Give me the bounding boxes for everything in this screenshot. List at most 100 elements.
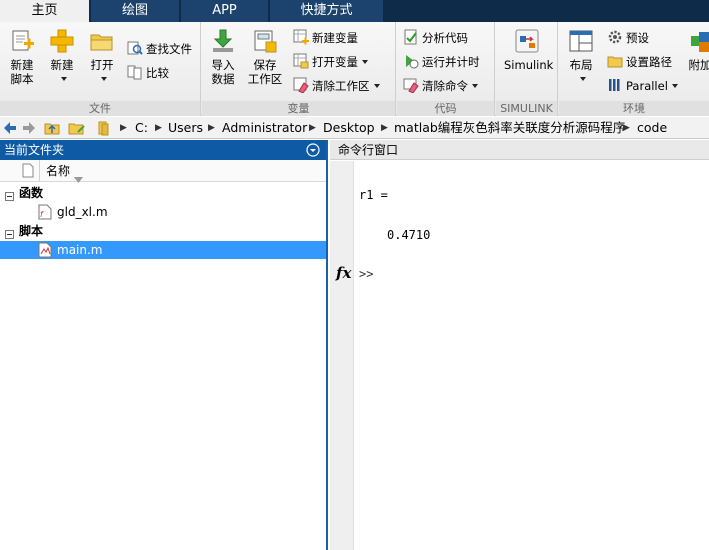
- tab-plots[interactable]: 绘图: [91, 0, 180, 22]
- find-files-label: 查找文件: [146, 42, 192, 56]
- file-name: gld_xl.m: [57, 205, 108, 219]
- command-window-panel: 命令行窗口 r1 = 0.4710 fx >>: [330, 140, 709, 550]
- open-variable-button[interactable]: 打开变量: [293, 52, 368, 72]
- compare-icon: [127, 64, 143, 80]
- tab-home[interactable]: 主页: [0, 0, 90, 22]
- new-dropdown-icon[interactable]: [61, 77, 67, 81]
- simulink-group: Simulink SIMULINK: [496, 22, 558, 116]
- import-data-label: 导入 数据: [211, 58, 235, 86]
- tab-shortcuts[interactable]: 快捷方式: [270, 0, 384, 22]
- open-button[interactable]: 打开: [82, 26, 122, 86]
- parallel-label: Parallel: [626, 79, 668, 93]
- run-and-time-icon: [403, 53, 419, 69]
- column-divider: [39, 160, 40, 182]
- name-column-label[interactable]: 名称: [46, 160, 70, 182]
- simulink-label: Simulink: [504, 58, 554, 72]
- path-crumb[interactable]: Desktop: [323, 117, 375, 139]
- clear-workspace-label: 清除工作区: [312, 79, 370, 93]
- new-variable-label: 新建变量: [312, 31, 358, 45]
- toolstrip-tabs: 主页 绘图 APP 快捷方式: [0, 0, 709, 22]
- fx-icon[interactable]: fx: [336, 264, 351, 282]
- path-crumb[interactable]: Administrator: [222, 117, 307, 139]
- import-data-button[interactable]: 导入 数据: [203, 26, 243, 86]
- preferences-button[interactable]: 预设: [607, 28, 649, 48]
- open-dropdown-icon[interactable]: [101, 77, 107, 81]
- open-variable-label: 打开变量: [312, 55, 358, 69]
- command-prompt[interactable]: >>: [359, 267, 373, 281]
- parallel-button[interactable]: Parallel: [607, 76, 678, 96]
- analyze-code-button[interactable]: 分析代码: [403, 28, 468, 48]
- environment-group-label: 环境: [559, 101, 709, 116]
- open-variable-dropdown-icon[interactable]: [362, 60, 368, 64]
- file-type-column-icon: [22, 163, 34, 185]
- gear-icon: [607, 29, 623, 45]
- forward-arrow-icon[interactable]: [22, 121, 36, 138]
- layout-dropdown-icon[interactable]: [580, 77, 586, 81]
- clear-commands-dropdown-icon[interactable]: [472, 84, 478, 88]
- new-script-icon: [9, 28, 35, 54]
- tab-apps[interactable]: APP: [181, 0, 269, 22]
- import-data-icon: [210, 28, 236, 54]
- clear-workspace-dropdown-icon[interactable]: [373, 84, 380, 88]
- ribbon: 新建 脚本 新建 打开 查找文件 比较 文件 导入 数据 保存 工作区 新建变量…: [0, 22, 709, 116]
- addons-button[interactable]: 附加: [685, 26, 709, 72]
- clear-workspace-button[interactable]: 清除工作区: [293, 76, 380, 96]
- up-folder-icon[interactable]: [44, 120, 60, 139]
- layout-icon: [568, 28, 594, 54]
- set-path-button[interactable]: 设置路径: [607, 52, 672, 72]
- tree-group-scripts[interactable]: 脚本: [0, 222, 326, 240]
- current-folder-title-bar: 当前文件夹: [0, 140, 326, 160]
- browse-folder-icon[interactable]: [68, 120, 86, 139]
- parallel-dropdown-icon[interactable]: [671, 84, 678, 88]
- path-separator-icon[interactable]: ▶: [208, 117, 215, 139]
- tree-group-functions[interactable]: 函数: [0, 184, 326, 202]
- output-variable: r1 =: [359, 188, 388, 202]
- find-files-icon: [127, 40, 143, 56]
- path-crumb[interactable]: code: [637, 117, 667, 139]
- address-bar: ▶ C: ▶ Users ▶ Administrator ▶ Desktop ▶…: [0, 117, 709, 139]
- save-workspace-button[interactable]: 保存 工作区: [245, 26, 285, 86]
- new-button[interactable]: 新建: [42, 26, 82, 86]
- path-separator-icon[interactable]: ▶: [623, 117, 630, 139]
- file-group-label: 文件: [0, 101, 200, 116]
- new-variable-button[interactable]: 新建变量: [293, 28, 358, 48]
- clear-commands-icon: [403, 77, 419, 94]
- new-label: 新建: [50, 58, 74, 72]
- group-label: 函数: [19, 186, 44, 200]
- current-folder-panel: 当前文件夹 名称 函数 f gld_xl.m 脚本 main.m: [0, 140, 328, 550]
- layout-label: 布局: [569, 58, 593, 72]
- file-group: 新建 脚本 新建 打开 查找文件 比较 文件: [0, 22, 201, 116]
- variable-group: 导入 数据 保存 工作区 新建变量 打开变量 清除工作区 变量: [202, 22, 396, 116]
- analyze-code-label: 分析代码: [422, 31, 468, 45]
- run-and-time-button[interactable]: 运行并计时: [403, 52, 480, 72]
- path-separator-icon[interactable]: ▶: [120, 117, 127, 139]
- clear-commands-button[interactable]: 清除命令: [403, 76, 478, 96]
- file-item-selected[interactable]: main.m: [0, 241, 326, 259]
- save-workspace-label: 保存 工作区: [247, 58, 283, 86]
- compare-button[interactable]: 比较: [127, 63, 169, 83]
- back-arrow-icon[interactable]: [3, 121, 17, 138]
- find-files-button[interactable]: 查找文件: [127, 39, 192, 59]
- layout-button[interactable]: 布局: [561, 26, 601, 86]
- path-separator-icon[interactable]: ▶: [381, 117, 388, 139]
- file-item[interactable]: f gld_xl.m: [0, 203, 326, 221]
- path-crumb[interactable]: matlab编程灰色斜率关联度分析源码程序: [394, 117, 625, 139]
- new-script-label: 新建 脚本: [10, 58, 34, 86]
- column-header[interactable]: 名称: [0, 160, 326, 185]
- folder-open-icon: [89, 28, 115, 54]
- parallel-icon: [607, 77, 623, 93]
- simulink-button[interactable]: Simulink: [504, 26, 554, 72]
- set-path-label: 设置路径: [626, 55, 672, 69]
- addons-icon: [687, 28, 709, 54]
- open-label: 打开: [90, 58, 114, 72]
- group-label: 脚本: [19, 224, 44, 238]
- current-folder-title: 当前文件夹: [4, 143, 65, 157]
- path-separator-icon[interactable]: ▶: [155, 117, 162, 139]
- path-crumb[interactable]: C:: [135, 117, 148, 139]
- script-file-icon: [38, 242, 52, 263]
- new-script-button[interactable]: 新建 脚本: [2, 26, 42, 86]
- path-crumb[interactable]: Users: [168, 117, 203, 139]
- file-name: main.m: [57, 243, 103, 257]
- compare-label: 比较: [146, 66, 169, 80]
- path-separator-icon[interactable]: ▶: [309, 117, 316, 139]
